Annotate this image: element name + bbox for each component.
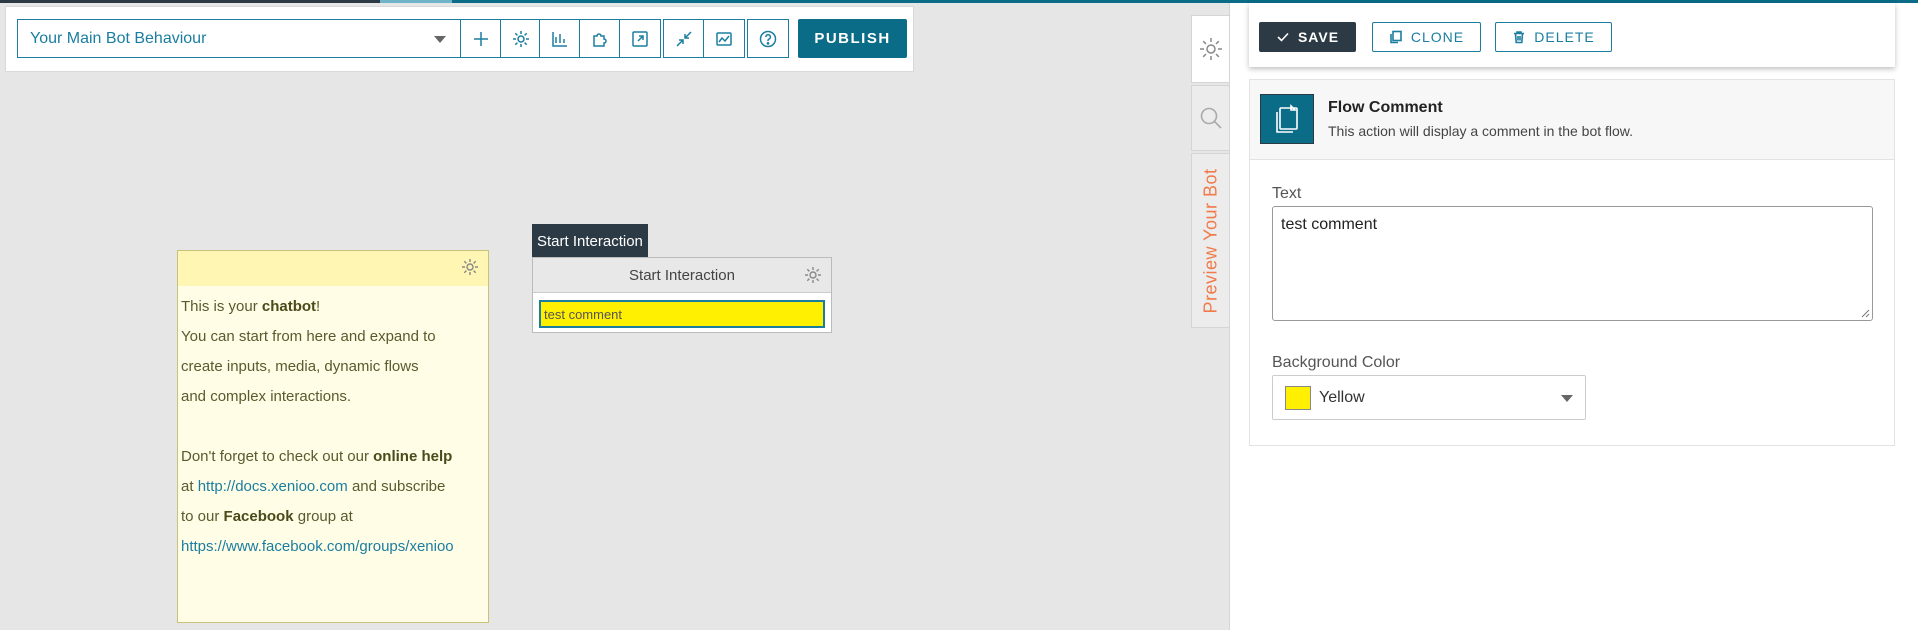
behaviour-actions-group — [460, 19, 542, 58]
help-button[interactable] — [748, 20, 788, 57]
publish-button[interactable]: PUBLISH — [798, 19, 907, 58]
clipboard-icon — [1276, 104, 1298, 133]
note-line: and complex interactions. — [181, 388, 352, 405]
note-line: Don't forget to check out our online hel… — [181, 442, 484, 472]
collapse-button[interactable] — [664, 20, 704, 57]
sticky-note-header[interactable] — [178, 251, 488, 286]
note-text: This is your — [181, 298, 262, 315]
flow-canvas[interactable]: Your Main Bot Behaviour PUBLISH This is … — [0, 3, 1228, 630]
add-behaviour-button[interactable] — [461, 20, 501, 57]
note-gear-icon[interactable] — [460, 257, 480, 277]
note-text: ! — [316, 298, 321, 315]
interaction-node-title: Start Interaction — [629, 266, 735, 284]
note-text: Don't forget to check out our — [181, 448, 374, 465]
chevron-down-icon — [1561, 395, 1573, 402]
chevron-down-icon — [434, 36, 446, 43]
analytics-button[interactable] — [704, 20, 744, 57]
comment-text-value: test comment — [1281, 216, 1378, 233]
stats-button[interactable] — [540, 20, 580, 57]
gear-icon — [513, 30, 529, 47]
tools-group — [539, 19, 661, 58]
action-header: Flow Comment This action will display a … — [1250, 80, 1894, 160]
check-icon — [1277, 32, 1289, 42]
delete-button[interactable]: DELETE — [1495, 22, 1612, 52]
export-button[interactable] — [620, 20, 660, 57]
flow-comment-action[interactable]: test comment — [539, 300, 825, 328]
note-bold: chatbot — [261, 298, 317, 315]
tab-settings[interactable] — [1191, 15, 1229, 83]
export-icon — [632, 30, 648, 47]
action-description: This action will display a comment in th… — [1328, 123, 1634, 139]
canvas-toolbar: Your Main Bot Behaviour PUBLISH — [5, 6, 914, 72]
sticky-note[interactable]: This is your chatbot! You can start from… — [177, 250, 489, 623]
note-text: to our — [181, 508, 224, 525]
view-group — [663, 19, 745, 58]
save-label: SAVE — [1297, 29, 1340, 45]
chart-icon — [551, 31, 567, 47]
preview-label: Preview Your Bot — [1200, 167, 1220, 314]
text-label: Text — [1272, 185, 1302, 202]
help-icon — [759, 30, 777, 47]
action-title: Flow Comment — [1328, 99, 1443, 116]
note-line: at http://docs.xenioo.com and subscribe — [181, 472, 484, 502]
collapse-icon — [675, 30, 692, 47]
side-tabs: Preview Your Bot — [1191, 15, 1229, 630]
note-text: group at — [293, 508, 353, 525]
comment-text-input[interactable]: test comment — [1272, 206, 1873, 321]
resize-grip-icon[interactable] — [1860, 308, 1870, 318]
note-bold: online help — [373, 448, 453, 465]
save-button[interactable]: SAVE — [1259, 22, 1356, 52]
background-color-select[interactable]: Yellow — [1272, 375, 1586, 420]
behaviour-settings-button[interactable] — [501, 20, 541, 57]
tab-search[interactable] — [1191, 85, 1229, 151]
clone-label: CLONE — [1410, 29, 1465, 45]
behaviour-selector-value: Your Main Bot Behaviour — [30, 29, 207, 47]
search-icon — [1200, 107, 1222, 129]
interaction-node-header[interactable]: Start Interaction — [533, 258, 831, 293]
copy-icon — [1390, 30, 1402, 44]
note-text: and subscribe — [347, 478, 446, 495]
note-spacer — [181, 412, 484, 442]
delete-label: DELETE — [1534, 29, 1595, 45]
note-bold: Facebook — [223, 508, 294, 525]
background-color-label: Background Color — [1272, 354, 1401, 371]
plus-icon — [473, 31, 488, 46]
trash-icon — [1514, 31, 1525, 44]
panel-toolbar: SAVE CLONE DELETE — [1249, 3, 1895, 67]
note-text: at — [181, 478, 198, 495]
puzzle-icon — [592, 32, 607, 47]
docs-link[interactable]: http://docs.xenioo.com — [198, 478, 348, 495]
gear-icon — [1199, 38, 1222, 60]
plugins-button[interactable] — [580, 20, 620, 57]
note-line: This is your chatbot! — [181, 292, 484, 322]
interaction-node[interactable]: Start Interaction test comment — [532, 257, 832, 333]
facebook-link[interactable]: https://www.facebook.com/groups/xenioo — [181, 538, 454, 555]
color-swatch — [1285, 385, 1311, 410]
help-group — [747, 19, 789, 58]
behaviour-selector[interactable]: Your Main Bot Behaviour — [17, 19, 460, 58]
clone-button[interactable]: CLONE — [1372, 22, 1481, 52]
tab-preview-bot[interactable]: Preview Your Bot — [1191, 153, 1229, 328]
note-line: https://www.facebook.com/groups/xenioo — [181, 532, 484, 562]
properties-panel: SAVE CLONE DELETE Flow Comment This acti… — [1229, 3, 1918, 630]
sticky-note-body: This is your chatbot! You can start from… — [178, 286, 488, 562]
note-line: to our Facebook group at — [181, 502, 484, 532]
flow-comment-icon — [1260, 94, 1314, 144]
analytics-icon — [716, 31, 732, 46]
interaction-tag[interactable]: Start Interaction — [532, 224, 648, 258]
note-line: create inputs, media, dynamic flows — [181, 358, 419, 375]
background-color-value: Yellow — [1319, 388, 1365, 406]
action-card: Flow Comment This action will display a … — [1249, 79, 1895, 446]
node-gear-icon[interactable] — [803, 265, 823, 285]
note-line: You can start from here and expand to — [181, 328, 436, 345]
